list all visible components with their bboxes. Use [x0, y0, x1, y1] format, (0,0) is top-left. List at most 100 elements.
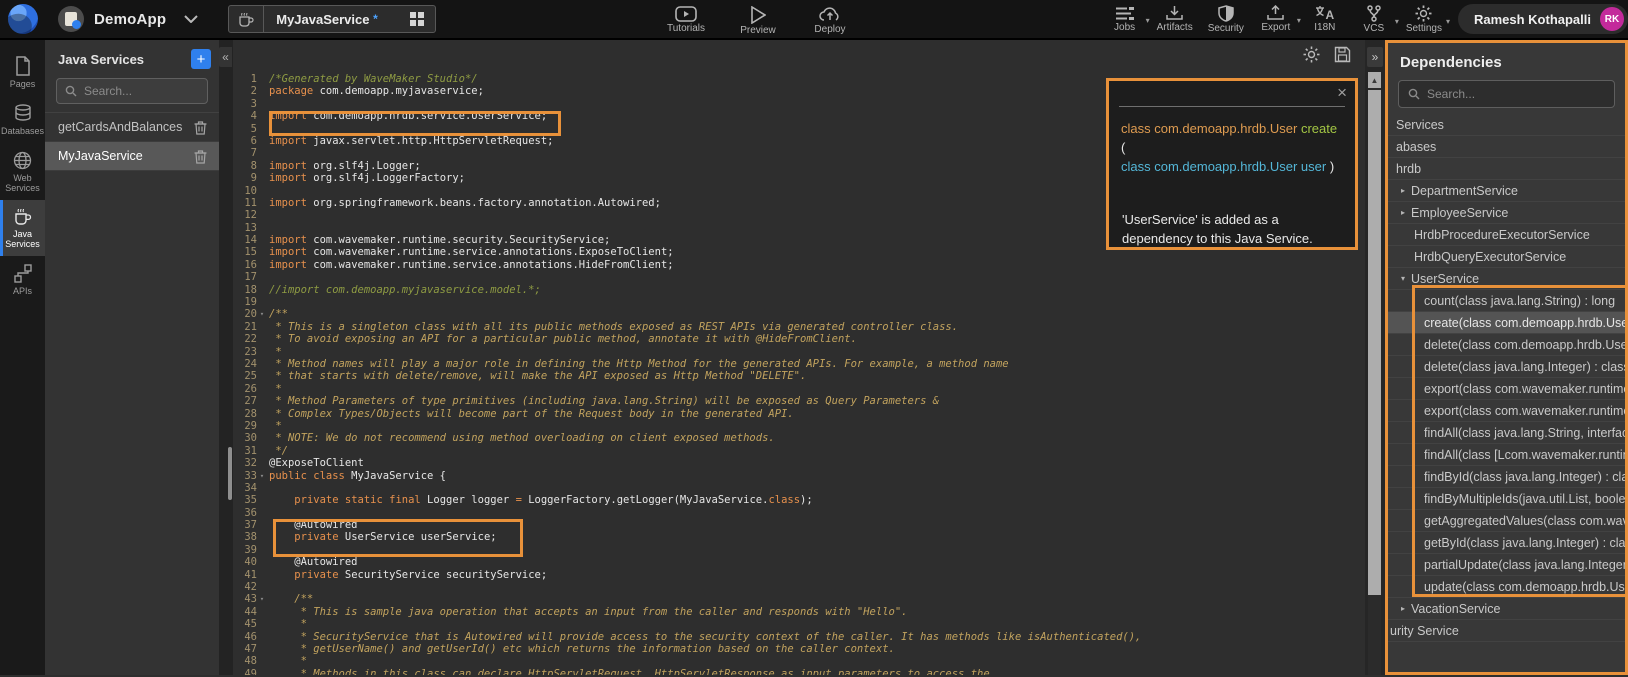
search-input[interactable] — [84, 84, 199, 98]
tree-item[interactable]: ▸EmployeeService — [1388, 202, 1625, 224]
method-item[interactable]: update(class com.demoapp.hrdb.User) : cl — [1388, 576, 1625, 598]
mini-scrollbar-thumb[interactable] — [228, 447, 232, 500]
code-line-26[interactable]: 26 * — [233, 383, 1365, 395]
method-item[interactable]: findById(class java.lang.Integer) : clas… — [1388, 466, 1625, 488]
code-line-29[interactable]: 29 * — [233, 420, 1365, 432]
method-item[interactable]: findAll(class [Lcom.wavemaker.runtime.da… — [1388, 444, 1625, 466]
method-item[interactable]: export(class com.wavemaker.runtime.data. — [1388, 400, 1625, 422]
search-input[interactable] — [1427, 87, 1605, 101]
list-item-MyJavaService[interactable]: MyJavaService — [45, 142, 219, 171]
fold-arrow-icon[interactable]: ▾ — [257, 470, 267, 482]
topbar-action-settings[interactable]: Settings▾ — [1406, 5, 1442, 34]
code-line-27[interactable]: 27 * Method Parameters of type primitive… — [233, 395, 1365, 407]
topbar-action-security[interactable]: Security — [1208, 5, 1244, 34]
sidebar-item-apis[interactable]: APIs — [0, 256, 45, 303]
method-item[interactable]: count(class java.lang.String) : long — [1388, 290, 1625, 312]
tree-item[interactable]: urity Service — [1388, 620, 1625, 642]
tree-item[interactable]: HrdbQueryExecutorService — [1388, 246, 1625, 268]
chevron-down-icon[interactable] — [184, 15, 198, 23]
method-item[interactable]: delete(class com.demoapp.hrdb.User) : vo… — [1388, 334, 1625, 356]
code-line-24[interactable]: 24 * Method names will play a major role… — [233, 358, 1365, 370]
topbar-action-vcs[interactable]: VCS▾ — [1357, 5, 1391, 34]
fold-arrow-icon[interactable]: ▾ — [257, 308, 267, 320]
code-line-47[interactable]: 47 * getUserName() and getUserId() etc w… — [233, 643, 1365, 655]
trash-icon[interactable] — [194, 149, 207, 164]
fold-arrow-icon[interactable]: ▾ — [257, 593, 267, 605]
code-line-43[interactable]: 43▾ /** — [233, 593, 1365, 605]
code-line-20[interactable]: 20▾/** — [233, 308, 1365, 320]
chevron-right-icon[interactable]: ▸ — [1401, 604, 1411, 613]
topbar-action-export[interactable]: Export▾ — [1259, 5, 1293, 33]
code-line-25[interactable]: 25 * that starts with delete/remove, wil… — [233, 370, 1365, 382]
dependencies-search[interactable] — [1398, 80, 1615, 108]
chevron-right-icon[interactable]: ▸ — [1401, 186, 1411, 195]
tree-item[interactable]: abases — [1388, 136, 1625, 158]
sidebar-item-databases[interactable]: Databases — [0, 96, 45, 143]
method-item[interactable]: export(class com.wavemaker.runtime.data. — [1388, 378, 1625, 400]
chevron-right-icon[interactable]: ▸ — [1401, 208, 1411, 217]
collapse-panel-button[interactable]: « — [219, 47, 232, 67]
method-item[interactable]: findByMultipleIds(java.util.List, boolea… — [1388, 488, 1625, 510]
code-line-36[interactable]: 36 — [233, 507, 1365, 519]
scrollbar-track[interactable]: ▲ — [1368, 72, 1381, 675]
tree-item[interactable]: HrdbProcedureExecutorService — [1388, 224, 1625, 246]
add-service-button[interactable]: + — [191, 49, 211, 69]
tree-item[interactable]: ▾UserService — [1388, 268, 1625, 290]
topbar-action-i18n[interactable]: AI18N — [1308, 5, 1342, 33]
project-selector[interactable]: DemoApp — [58, 6, 166, 32]
code-line-42[interactable]: 42 — [233, 581, 1365, 593]
save-icon[interactable] — [1334, 46, 1351, 63]
code-line-34[interactable]: 34 — [233, 482, 1365, 494]
code-line-30[interactable]: 30 * NOTE: We do not recommend using met… — [233, 432, 1365, 444]
code-line-35[interactable]: 35 private static final Logger logger = … — [233, 494, 1365, 506]
code-line-32[interactable]: 32@ExposeToClient — [233, 457, 1365, 469]
scroll-up-arrow-icon[interactable]: ▲ — [1368, 72, 1381, 88]
close-icon[interactable]: × — [1337, 84, 1347, 101]
expand-panel-button[interactable]: » — [1367, 47, 1383, 67]
tree-item[interactable]: Services — [1388, 114, 1625, 136]
method-item[interactable]: delete(class java.lang.Integer) : class … — [1388, 356, 1625, 378]
chevron-down-icon[interactable]: ▾ — [1401, 274, 1411, 283]
topbar-action-deploy[interactable]: Deploy — [804, 0, 856, 35]
editor-settings-gear-icon[interactable] — [1303, 46, 1320, 63]
sidebar-item-web-services[interactable]: WebServices — [0, 143, 45, 200]
open-service-tab[interactable]: MyJavaService * — [228, 5, 436, 33]
code-line-17[interactable]: 17 — [233, 271, 1365, 283]
code-line-22[interactable]: 22 * To avoid exposing an API for a part… — [233, 333, 1365, 345]
code-line-28[interactable]: 28 * Complex Types/Objects will become p… — [233, 408, 1365, 420]
code-editor[interactable]: 1/*Generated by WaveMaker Studio*/2packa… — [233, 40, 1365, 675]
method-item[interactable]: partialUpdate(class java.lang.Integer, j… — [1388, 554, 1625, 576]
tree-item[interactable]: hrdb — [1388, 158, 1625, 180]
code-line-41[interactable]: 41 private SecurityService securityServi… — [233, 569, 1365, 581]
code-line-44[interactable]: 44 * This is sample java operation that … — [233, 606, 1365, 618]
method-item[interactable]: getAggregatedValues(class com.wavemak — [1388, 510, 1625, 532]
code-line-19[interactable]: 19 — [233, 296, 1365, 308]
topbar-action-jobs[interactable]: Jobs▾ — [1108, 6, 1142, 33]
code-line-33[interactable]: 33▾public class MyJavaService { — [233, 470, 1365, 482]
code-line-48[interactable]: 48 * — [233, 655, 1365, 667]
code-line-31[interactable]: 31 */ — [233, 445, 1365, 457]
code-line-45[interactable]: 45 * — [233, 618, 1365, 630]
sidebar-item-java-services[interactable]: JavaServices — [0, 200, 45, 256]
code-line-49[interactable]: 49 * Methods in this class can declare H… — [233, 668, 1365, 675]
service-search[interactable] — [56, 78, 208, 104]
code-line-18[interactable]: 18//import com.demoapp.myjavaservice.mod… — [233, 284, 1365, 296]
tree-item[interactable]: ▸VacationService — [1388, 598, 1625, 620]
scrollbar-thumb[interactable] — [1368, 90, 1381, 595]
code-line-23[interactable]: 23 * — [233, 346, 1365, 358]
wavemaker-logo-icon[interactable] — [8, 4, 38, 34]
topbar-action-tutorials[interactable]: Tutorials — [660, 0, 712, 34]
trash-icon[interactable] — [194, 120, 207, 135]
grid-icon[interactable] — [384, 12, 435, 27]
user-menu[interactable]: Ramesh Kothapalli RK — [1458, 4, 1628, 34]
code-line-40[interactable]: 40 @Autowired — [233, 556, 1365, 568]
tree-item[interactable]: ▸DepartmentService — [1388, 180, 1625, 202]
method-item[interactable]: findAll(class java.lang.String, interfac… — [1388, 422, 1625, 444]
code-line-21[interactable]: 21 * This is a singleton class with all … — [233, 321, 1365, 333]
code-line-16[interactable]: 16import com.wavemaker.runtime.service.a… — [233, 259, 1365, 271]
code-line-46[interactable]: 46 * SecurityService that is Autowired w… — [233, 631, 1365, 643]
sidebar-item-pages[interactable]: Pages — [0, 48, 45, 96]
method-item[interactable]: getById(class java.lang.Integer) : class… — [1388, 532, 1625, 554]
method-item[interactable]: create(class com.demoapp.hrdb.User) : cl… — [1388, 312, 1625, 334]
topbar-action-artifacts[interactable]: Artifacts — [1157, 5, 1193, 33]
